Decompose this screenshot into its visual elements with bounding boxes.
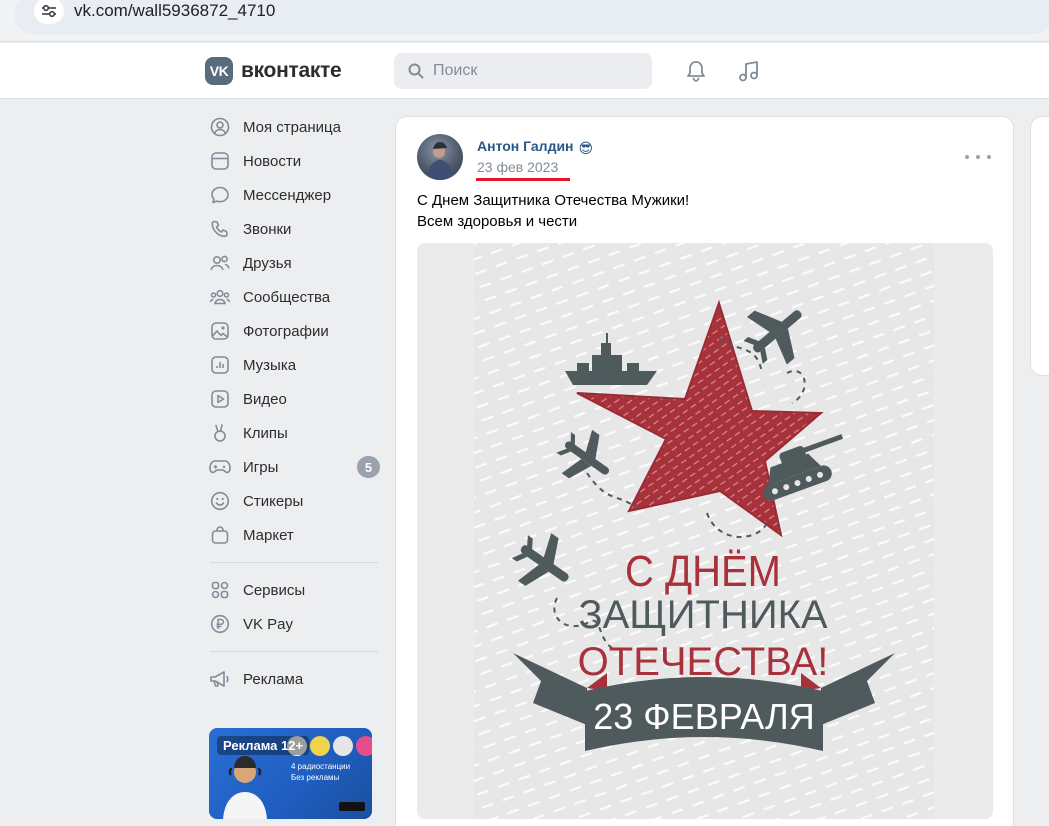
sidebar-item-news[interactable]: Новости [200, 144, 382, 178]
sidebar-item-my-page[interactable]: Моя страница [200, 110, 382, 144]
sidebar-item-label: Видео [243, 390, 287, 408]
ad-subtitle: 4 радиостанции Без рекламы [291, 761, 350, 783]
author-name[interactable]: Антон Галдин 😎 [477, 138, 593, 157]
left-sidebar: Моя страница Новости Мессенджер Звонки Д… [200, 110, 382, 696]
user-circle-icon [209, 116, 231, 138]
sidebar-item-label: Звонки [243, 220, 292, 238]
sidebar-item-label: Новости [243, 152, 302, 170]
search-box[interactable] [394, 53, 652, 89]
app-store-badge [339, 802, 365, 811]
vk-logo-text: вконтакте [241, 59, 342, 82]
ad-line-1: 4 радиостанции [291, 762, 351, 771]
right-side-card [1030, 116, 1049, 376]
friends-icon [209, 252, 231, 274]
sidebar-divider [210, 562, 378, 563]
vk-header: VK вконтакте [0, 43, 1049, 99]
sidebar-item-label: Сообщества [243, 288, 331, 306]
bell-icon[interactable] [683, 58, 709, 84]
author-avatar[interactable] [417, 134, 463, 180]
ad-label: Реклама 12+ [217, 736, 310, 755]
sidebar-item-market[interactable]: Маркет [200, 518, 382, 552]
ad-banner[interactable]: Реклама 12+ 4 радиостанции Без рекламы [209, 728, 372, 819]
sidebar-item-label: VK Pay [243, 615, 294, 633]
clips-icon [209, 422, 231, 444]
post-text: С Днем Защитника Отечества Мужики! Всем … [417, 190, 689, 232]
ad-line-2: Без рекламы [291, 773, 340, 782]
vk-logo[interactable]: VK вконтакте [205, 57, 342, 85]
post-image[interactable]: С ДНЁМ ЗАЩИТНИКА ОТЕЧЕСТВА! 23 ФЕВРАЛЯ [417, 243, 993, 819]
sidebar-item-stickers[interactable]: Стикеры [200, 484, 382, 518]
sidebar-item-calls[interactable]: Звонки [200, 212, 382, 246]
sidebar-item-label: Сервисы [243, 581, 306, 599]
video-icon [209, 388, 231, 410]
postcard-artwork: С ДНЁМ ЗАЩИТНИКА ОТЕЧЕСТВА! 23 ФЕВРАЛЯ [417, 243, 993, 819]
search-input[interactable] [433, 62, 633, 80]
sidebar-item-label: Мессенджер [243, 186, 332, 204]
sidebar-item-friends[interactable]: Друзья [200, 246, 382, 280]
message-icon [209, 184, 231, 206]
post-text-line-2: Всем здоровья и чести [417, 213, 578, 230]
sidebar-item-services[interactable]: Сервисы [200, 573, 382, 607]
sidebar-item-label: Клипы [243, 424, 288, 442]
sidebar-item-communities[interactable]: Сообщества [200, 280, 382, 314]
megaphone-icon [209, 668, 231, 690]
sidebar-item-photos[interactable]: Фотографии [200, 314, 382, 348]
browser-address-bar: vk.com/wall5936872_4710 [0, 0, 1049, 42]
games-icon [209, 456, 231, 478]
music-note-icon[interactable] [736, 58, 762, 84]
url-text[interactable]: vk.com/wall5936872_4710 [74, 1, 275, 21]
postcard-line-2: ЗАЩИТНИКА [578, 593, 827, 637]
post-date[interactable]: 23 фев 2023 [477, 159, 558, 175]
more-options-icon[interactable] [965, 150, 991, 164]
sunglasses-emoji-icon: 😎 [578, 140, 594, 156]
search-icon [406, 61, 426, 81]
sidebar-divider [210, 651, 378, 652]
postcard-line-1: С ДНЁМ [625, 546, 781, 595]
sidebar-item-clips[interactable]: Клипы [200, 416, 382, 450]
wall-post: Антон Галдин 😎 23 фев 2023 С Днем Защитни… [395, 116, 1014, 826]
ribbon-text: 23 ФЕВРАЛЯ [593, 696, 814, 737]
music-icon [209, 354, 231, 376]
sidebar-item-label: Маркет [243, 526, 294, 544]
url-pill[interactable]: vk.com/wall5936872_4710 [14, 0, 1049, 34]
sidebar-item-label: Стикеры [243, 492, 304, 510]
sidebar-item-label: Игры [243, 458, 279, 476]
sidebar-item-ads[interactable]: Реклама [200, 662, 382, 696]
smile-icon [209, 490, 231, 512]
sidebar-item-label: Реклама [243, 670, 304, 688]
services-icon [209, 579, 231, 601]
sidebar-item-label: Моя страница [243, 118, 341, 136]
post-text-line-1: С Днем Защитника Отечества Мужики! [417, 192, 690, 209]
photo-icon [209, 320, 231, 342]
sidebar-item-vkpay[interactable]: VK Pay [200, 607, 382, 641]
ad-person-image [223, 756, 267, 819]
date-red-underline [476, 178, 570, 181]
sidebar-item-label: Фотографии [243, 322, 329, 340]
sidebar-item-label: Музыка [243, 356, 297, 374]
author-name-text: Антон Галдин [477, 138, 574, 154]
site-settings-icon[interactable] [34, 0, 64, 24]
phone-icon [209, 218, 231, 240]
communities-icon [209, 286, 231, 308]
sidebar-item-games[interactable]: Игры 5 [200, 450, 382, 484]
news-icon [209, 150, 231, 172]
vk-logo-mark: VK [205, 57, 233, 85]
sidebar-item-music[interactable]: Музыка [200, 348, 382, 382]
sidebar-item-messenger[interactable]: Мессенджер [200, 178, 382, 212]
vkpay-icon [209, 613, 231, 635]
sidebar-item-label: Друзья [243, 254, 292, 272]
games-count-badge: 5 [357, 456, 380, 478]
sidebar-item-video[interactable]: Видео [200, 382, 382, 416]
bag-icon [209, 524, 231, 546]
